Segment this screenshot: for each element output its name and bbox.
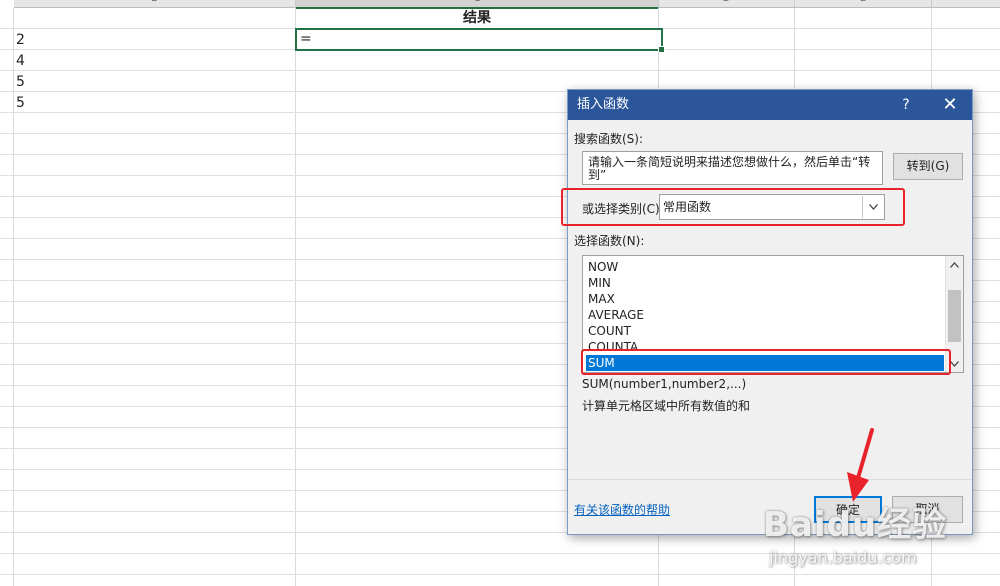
active-cell[interactable]: = xyxy=(295,28,665,53)
help-question-icon[interactable]: ? xyxy=(893,90,919,120)
go-button[interactable]: 转到(G) xyxy=(893,153,963,180)
grid-line xyxy=(0,70,1000,71)
cell-value[interactable]: 5 xyxy=(16,93,25,113)
function-description: 计算单元格区域中所有数值的和 xyxy=(582,399,751,413)
column-header-d[interactable]: D xyxy=(659,0,795,8)
close-icon[interactable]: ✕ xyxy=(935,90,965,120)
function-item[interactable]: AVERAGE xyxy=(586,307,944,323)
function-item[interactable]: MIN xyxy=(586,275,944,291)
divider xyxy=(568,479,972,480)
grid-line xyxy=(13,8,14,586)
highlight-box-category xyxy=(561,188,905,226)
column-header-f[interactable] xyxy=(932,0,1000,8)
function-syntax: SUM(number1,number2,...) xyxy=(582,377,747,391)
grid-line xyxy=(295,8,296,586)
function-item[interactable]: NOW xyxy=(586,259,944,275)
dialog-titlebar[interactable]: 插入函数 ? ✕ xyxy=(568,90,972,120)
insert-function-dialog: 插入函数 ? ✕ 搜索函数(S): 请输入一条简短说明来描述您想做什么，然后单击… xyxy=(561,89,973,535)
cell-value[interactable]: 5 xyxy=(16,72,25,92)
function-list-label: 选择函数(N): xyxy=(574,234,645,248)
baidu-watermark: Baidu经验 jingyan.baidu.com xyxy=(755,485,995,580)
function-item[interactable]: COUNT xyxy=(586,323,944,339)
watermark-brand: Baidu经验 xyxy=(763,505,948,545)
dialog-title: 插入函数 xyxy=(577,97,630,112)
cell-value[interactable]: 2 xyxy=(16,30,25,50)
scroll-up-icon[interactable] xyxy=(946,256,963,273)
highlight-box-sum xyxy=(581,349,951,375)
column-header-b[interactable]: B xyxy=(14,0,296,8)
function-help-link[interactable]: 有关该函数的帮助 xyxy=(574,501,670,518)
column-header-e[interactable]: E xyxy=(795,0,932,8)
search-function-input[interactable]: 请输入一条简短说明来描述您想做什么，然后单击“转到” xyxy=(582,151,883,185)
scrollbar-thumb[interactable] xyxy=(948,290,961,342)
watermark-url: jingyan.baidu.com xyxy=(769,548,917,567)
result-header-cell[interactable]: 结果 xyxy=(296,8,658,28)
search-label: 搜索函数(S): xyxy=(574,132,644,146)
function-item[interactable]: MAX xyxy=(586,291,944,307)
cell-value[interactable]: 4 xyxy=(16,51,25,71)
